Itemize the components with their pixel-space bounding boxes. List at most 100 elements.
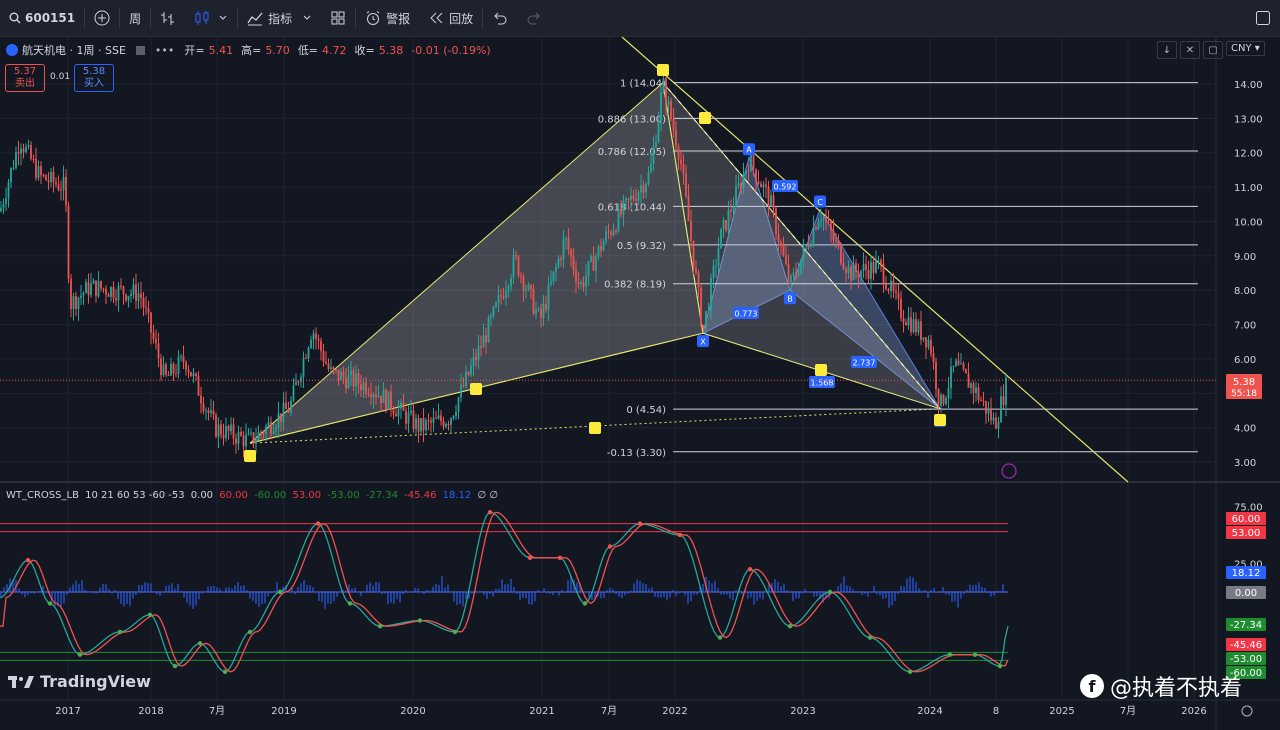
candle-body: [695, 267, 697, 273]
histogram-bar: [852, 589, 854, 592]
settings-gear-icon[interactable]: [1241, 705, 1253, 717]
candle-body: [495, 302, 497, 307]
price-chart[interactable]: 1 (14.04) 0.886 (13.00) 0.786 (12.05) 0.618…: [0, 37, 1280, 730]
candle-body: [712, 265, 715, 278]
candle-body: [27, 145, 30, 147]
indicator-value-label: -45.46: [1230, 640, 1262, 651]
candle-body: [835, 239, 837, 241]
more-icon[interactable]: •••: [155, 44, 174, 57]
histogram-bar: [867, 592, 869, 597]
candle-body: [415, 418, 417, 430]
candle-body: [65, 176, 67, 206]
histogram-bar: [543, 588, 545, 592]
candle-body: [215, 415, 217, 437]
candle-body: [470, 365, 472, 375]
candle-body: [117, 285, 120, 301]
candle-body: [262, 432, 265, 434]
histogram-bar: [795, 592, 797, 599]
bar-chart-icon: [161, 12, 175, 25]
candle-body: [667, 100, 670, 105]
candle-body: [930, 339, 932, 354]
histogram-bar: [654, 592, 656, 597]
histogram-bar: [225, 587, 227, 592]
histogram-bar: [954, 592, 956, 602]
candle-body: [980, 399, 982, 401]
redo-button[interactable]: [517, 0, 551, 36]
histogram-bar: [339, 591, 341, 592]
candle-body: [380, 395, 382, 404]
indicators-button[interactable]: 指标: [238, 0, 321, 36]
histogram-bar: [636, 579, 638, 592]
cross-dot: [172, 663, 178, 669]
sell-button[interactable]: 5.37 卖出: [5, 64, 45, 92]
histogram-bar: [27, 592, 29, 596]
histogram-bar: [915, 582, 917, 592]
candle-body: [592, 255, 595, 271]
candle-body: [780, 242, 782, 246]
close-label: 收=: [354, 44, 375, 57]
arrow-down-icon[interactable]: ↓: [1157, 41, 1177, 59]
symbol-search[interactable]: 600151: [0, 0, 84, 36]
candle-body: [815, 227, 817, 230]
candle-body: [925, 337, 927, 348]
histogram-bar: [903, 586, 905, 592]
buy-button[interactable]: 5.38 买入: [74, 64, 114, 92]
histogram-bar: [936, 591, 938, 592]
time-axis-label: 2020: [400, 706, 425, 717]
candle-body: [860, 270, 862, 278]
candle-body: [295, 381, 297, 386]
candle-body: [545, 304, 547, 310]
candle-body: [345, 377, 347, 389]
histogram-bar: [633, 583, 635, 592]
currency-button[interactable]: CNY ▾: [1226, 41, 1265, 56]
alert-button[interactable]: 警报: [356, 0, 419, 36]
cross-dot: [747, 567, 753, 572]
candle-body: [135, 284, 137, 301]
maximize-icon[interactable]: ▢: [1203, 41, 1223, 59]
bar-style-button[interactable]: [151, 0, 185, 36]
buy-label: 买入: [84, 78, 104, 89]
candle-body: [552, 271, 555, 282]
candle-body: [340, 371, 342, 381]
collapse-icon[interactable]: ✕: [1180, 41, 1200, 59]
candle-body: [965, 369, 967, 374]
alarm-clock-icon: [366, 11, 380, 25]
candle-style-button[interactable]: [185, 0, 237, 36]
top-toolbar: 600151 周 指标 警报 回放: [0, 0, 1280, 37]
candle-body: [102, 288, 105, 290]
histogram-bar: [327, 592, 329, 604]
candle-body: [122, 286, 125, 295]
replay-button[interactable]: 回放: [419, 0, 482, 36]
histogram-bar: [384, 592, 386, 594]
histogram-bar: [924, 589, 926, 592]
candle-body: [230, 424, 232, 432]
indicator-value-label: 18.12: [1232, 568, 1261, 579]
lightning-icon: [1001, 463, 1017, 479]
candle-body: [952, 365, 955, 367]
undo-icon: [494, 12, 507, 25]
histogram-bar: [639, 580, 641, 592]
candle-body: [1005, 377, 1007, 405]
histogram-bar: [786, 590, 788, 592]
candle-body: [115, 298, 117, 301]
histogram-bar: [129, 592, 131, 606]
yellow-marker: [699, 112, 711, 124]
interval-button[interactable]: 周: [120, 0, 150, 36]
fullscreen-button[interactable]: [1246, 0, 1280, 36]
histogram-bar: [906, 578, 908, 592]
histogram-bar: [240, 586, 242, 592]
histogram-bar: [945, 592, 947, 595]
undo-button[interactable]: [483, 0, 517, 36]
compare-button[interactable]: [85, 0, 119, 36]
templates-button[interactable]: [321, 0, 355, 36]
candle-body: [67, 205, 70, 279]
candle-body: [797, 272, 800, 275]
flag-icon[interactable]: [135, 45, 145, 55]
candle-body: [460, 384, 462, 398]
candle-body: [502, 296, 505, 298]
histogram-bar: [723, 592, 725, 595]
candle-body: [242, 435, 245, 447]
histogram-bar: [546, 592, 548, 594]
candle-body: [655, 141, 657, 147]
histogram-bar: [957, 592, 959, 608]
